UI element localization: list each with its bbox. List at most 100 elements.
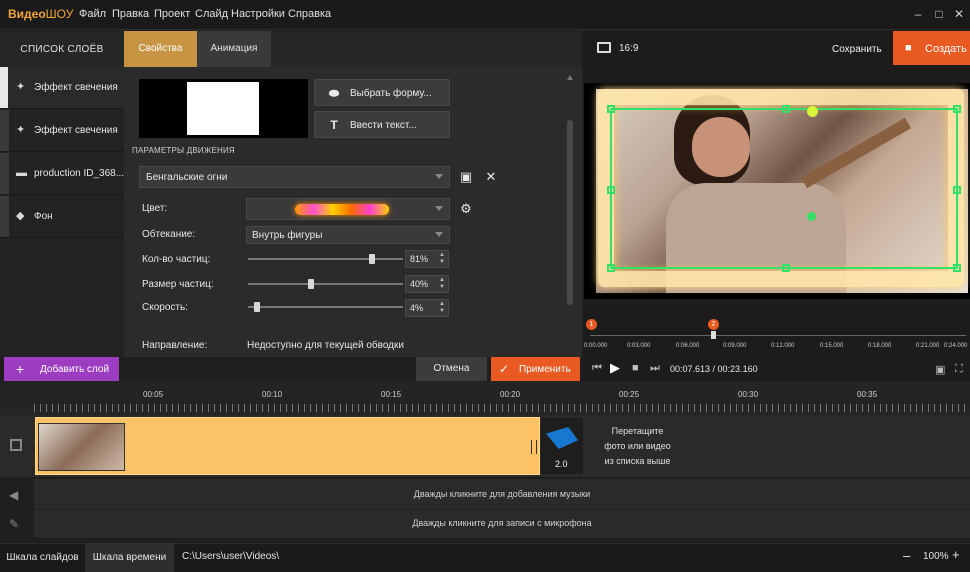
layer-handle[interactable] xyxy=(0,110,9,151)
skip-back-icon[interactable]: ⏮ xyxy=(592,362,602,375)
zoom-in-icon[interactable]: + xyxy=(952,547,960,562)
zoom-out-icon[interactable]: – xyxy=(903,548,910,563)
paint-bucket-icon: ◆ xyxy=(16,210,25,222)
properties-scrollbar[interactable] xyxy=(567,120,573,305)
snapshot-icon[interactable]: ▣ xyxy=(935,363,945,376)
clip-thumbnail xyxy=(38,423,125,471)
layer-handle[interactable] xyxy=(0,196,9,237)
mini-timeline-track[interactable] xyxy=(590,335,966,336)
aspect-ratio-label[interactable]: 16:9 xyxy=(619,43,638,54)
layer-item[interactable]: ✦ Эффект свечения xyxy=(0,110,124,152)
drop-hint: Перетащите фото или видео из списка выше xyxy=(595,424,680,469)
layer-list: ✦ Эффект свечения ✦ Эффект свечения ▬ pr… xyxy=(0,67,124,357)
transition-block[interactable]: 2.0 xyxy=(541,418,583,474)
size-slider[interactable] xyxy=(248,279,403,289)
menu-settings[interactable]: Настройки xyxy=(231,8,285,20)
apply-button[interactable]: ✓ Применить xyxy=(491,357,580,381)
count-input[interactable]: 81% ▲ ▼ xyxy=(405,250,449,268)
close-icon[interactable]: ✕ xyxy=(952,6,966,22)
play-icon[interactable]: ▶ xyxy=(610,360,620,376)
skip-forward-icon[interactable]: ⏭ xyxy=(650,362,660,375)
delete-preset-icon[interactable]: ✕ xyxy=(483,169,499,185)
speed-slider[interactable] xyxy=(248,302,403,312)
mini-tick: 0:12.000 xyxy=(771,343,795,349)
choose-shape-button[interactable]: ⬬ Выбрать форму... xyxy=(314,79,450,106)
stop-icon[interactable]: ■ xyxy=(632,362,639,374)
minimize-icon[interactable]: – xyxy=(911,6,925,22)
layer-handle[interactable] xyxy=(0,153,9,194)
magic-wand-icon: ✦ xyxy=(16,124,26,136)
tab-properties[interactable]: Свойства xyxy=(124,31,197,67)
menu-slide[interactable]: Слайд xyxy=(195,8,228,20)
size-input[interactable]: 40% ▲ ▼ xyxy=(405,275,449,293)
selection-box[interactable] xyxy=(607,105,961,272)
text-icon: T xyxy=(330,118,338,132)
enter-text-label: Ввести текст... xyxy=(350,120,417,131)
layer-handle[interactable] xyxy=(0,67,8,108)
menu-project[interactable]: Проект xyxy=(154,8,190,20)
resize-handle[interactable] xyxy=(607,264,615,272)
keyframe-marker[interactable]: 1 xyxy=(586,319,597,330)
layer-label: Эффект свечения xyxy=(34,82,118,93)
cancel-button[interactable]: Отмена xyxy=(416,357,487,381)
resize-handle[interactable] xyxy=(782,264,790,272)
slider-thumb[interactable] xyxy=(369,254,375,264)
spinner-icon[interactable]: ▲ ▼ xyxy=(439,277,445,291)
clip-resize-handle[interactable] xyxy=(531,440,537,454)
slider-thumb[interactable] xyxy=(308,279,314,289)
slider-thumb[interactable] xyxy=(254,302,260,312)
enter-text-button[interactable]: T Ввести текст... xyxy=(314,111,450,138)
layer-item[interactable]: ▬ production ID_368... xyxy=(0,153,124,195)
monitor-icon[interactable] xyxy=(597,42,611,53)
gear-icon[interactable]: ⚙ xyxy=(458,201,474,217)
keyframe-marker[interactable]: 2 xyxy=(708,319,719,330)
maximize-icon[interactable]: □ xyxy=(932,6,946,22)
layer-item[interactable]: ◆ Фон xyxy=(0,196,124,238)
resize-handle[interactable] xyxy=(953,186,961,194)
timeline-clip[interactable] xyxy=(35,417,540,475)
center-handle[interactable] xyxy=(807,212,816,221)
preview-stage[interactable] xyxy=(584,83,970,299)
plus-icon: + xyxy=(16,361,25,377)
save-preset-icon[interactable]: ▣ xyxy=(458,169,474,185)
mini-tick: 0:00.000 xyxy=(584,343,608,349)
microphone-icon: ✎ xyxy=(9,517,20,531)
save-button[interactable]: Сохранить xyxy=(832,44,882,55)
menu-help[interactable]: Справка xyxy=(288,8,331,20)
spinner-icon[interactable]: ▲ ▼ xyxy=(439,301,445,315)
film-strip-icon xyxy=(10,439,22,451)
music-track[interactable]: Дважды кликните для добавления музыки xyxy=(34,479,970,509)
mini-tick: 0:24.000 xyxy=(944,343,968,349)
rotate-handle[interactable] xyxy=(807,106,818,117)
slides-view-button[interactable]: Шкала слайдов xyxy=(0,543,85,572)
menu-edit[interactable]: Правка xyxy=(112,8,149,20)
spinner-icon[interactable]: ▲ ▼ xyxy=(439,252,445,266)
resize-handle[interactable] xyxy=(607,105,615,113)
timeline-view-button[interactable]: Шкала времени xyxy=(85,543,174,572)
ruler-label: 00:25 xyxy=(619,390,640,399)
count-slider[interactable] xyxy=(248,254,403,264)
speed-input[interactable]: 4% ▲ ▼ xyxy=(405,299,449,317)
layer-item[interactable]: ✦ Эффект свечения xyxy=(0,67,124,109)
tab-animation[interactable]: Анимация xyxy=(197,31,271,67)
wrap-select[interactable]: Внутрь фигуры xyxy=(246,226,450,244)
fullscreen-icon[interactable]: ⛶ xyxy=(955,363,963,376)
ruler-label: 00:30 xyxy=(738,390,759,399)
add-layer-button[interactable]: + Добавить слой xyxy=(4,357,119,381)
layer-label: production ID_368... xyxy=(34,168,125,179)
color-select[interactable] xyxy=(246,198,450,220)
create-button[interactable]: ■ Создать xyxy=(893,31,970,65)
scroll-up-icon[interactable] xyxy=(567,75,573,80)
resize-handle[interactable] xyxy=(953,105,961,113)
direction-label: Направление: xyxy=(142,340,208,351)
microphone-track[interactable]: Дважды кликните для записи с микрофона xyxy=(34,510,970,538)
resize-handle[interactable] xyxy=(607,186,615,194)
transport-bar xyxy=(584,357,970,381)
resize-handle[interactable] xyxy=(782,105,790,113)
mini-tick: 0:06.000 xyxy=(676,343,700,349)
preset-select[interactable]: Бенгальские огни xyxy=(139,166,450,188)
playhead[interactable] xyxy=(711,331,716,339)
resize-handle[interactable] xyxy=(953,264,961,272)
menu-file[interactable]: Файл xyxy=(79,8,106,20)
section-title: ПАРАМЕТРЫ ДВИЖЕНИЯ xyxy=(132,146,235,155)
